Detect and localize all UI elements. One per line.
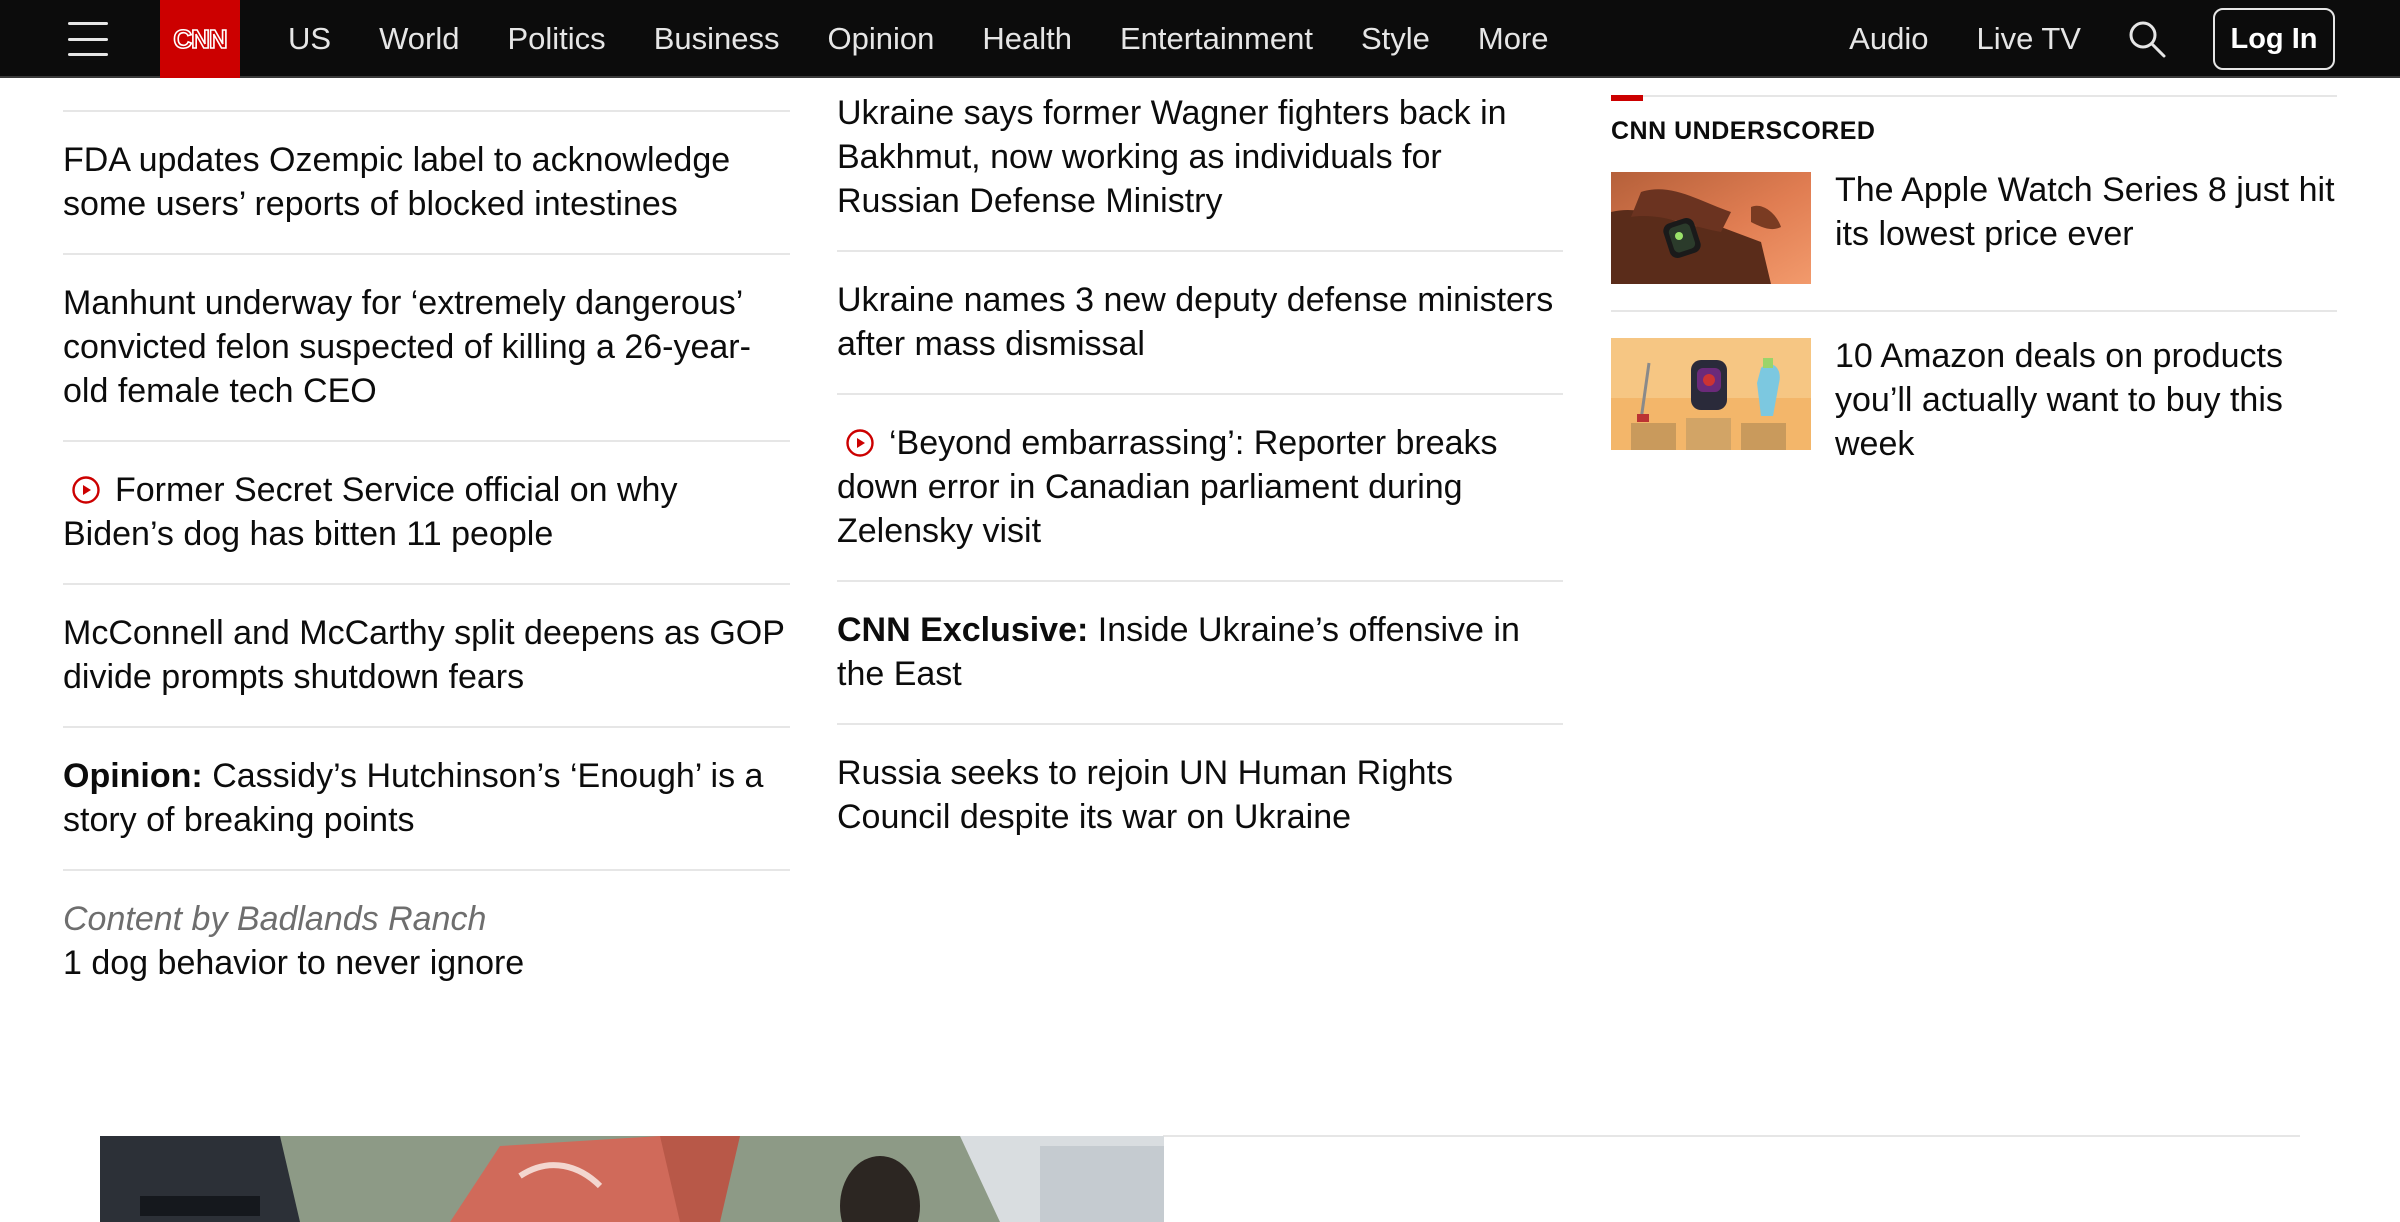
- cnn-logo[interactable]: CNN: [160, 0, 240, 78]
- cnn-logo-mark: CNN: [173, 23, 229, 55]
- story-item[interactable]: FDA updates Ozempic label to acknowledge…: [63, 112, 790, 255]
- amazon-deals-thumbnail[interactable]: [1611, 338, 1811, 450]
- section-divider: [1611, 95, 2337, 101]
- nav-style[interactable]: Style: [1361, 21, 1430, 57]
- headlines-column-middle: Ukraine says former Wagner fighters back…: [837, 79, 1563, 866]
- story-item[interactable]: Manhunt underway for ‘extremely dangerou…: [63, 255, 790, 442]
- nav-opinion[interactable]: Opinion: [827, 21, 934, 57]
- underscored-item[interactable]: The Apple Watch Series 8 just hit its lo…: [1611, 146, 2337, 312]
- nav-business[interactable]: Business: [654, 21, 780, 57]
- nav-health[interactable]: Health: [982, 21, 1072, 57]
- sponsor-label: Content by Badlands Ranch: [63, 900, 487, 938]
- section-accent-bar: [1611, 95, 1643, 101]
- play-circle-icon: [846, 429, 874, 457]
- partial-story-cutoff: [63, 79, 790, 112]
- story-title: ‘Beyond embarrassing’: Reporter breaks d…: [837, 424, 1498, 550]
- top-navigation-bar: CNN US World Politics Business Opinion H…: [0, 0, 2400, 78]
- story-title: FDA updates Ozempic label to acknowledge…: [63, 141, 731, 223]
- story-item[interactable]: McConnell and McCarthy split deepens as …: [63, 585, 790, 728]
- underscored-title: 10 Amazon deals on products you’ll actua…: [1835, 337, 2283, 463]
- story-title: Former Secret Service official on why Bi…: [63, 471, 678, 553]
- story-item[interactable]: CNN Exclusive: Inside Ukraine’s offensiv…: [837, 582, 1563, 725]
- nav-politics[interactable]: Politics: [507, 21, 605, 57]
- feature-story-image[interactable]: [100, 1136, 1164, 1222]
- story-item-video[interactable]: ‘Beyond embarrassing’: Reporter breaks d…: [837, 395, 1563, 582]
- section-divider: [1163, 1135, 2300, 1137]
- live-tv-link[interactable]: Live TV: [1976, 21, 2081, 57]
- story-title: Ukraine says former Wagner fighters back…: [837, 94, 1507, 220]
- svg-text:CNN: CNN: [173, 24, 227, 54]
- story-title: Manhunt underway for ‘extremely dangerou…: [63, 284, 751, 410]
- nav-world[interactable]: World: [379, 21, 459, 57]
- story-title: McConnell and McCarthy split deepens as …: [63, 614, 785, 696]
- story-item[interactable]: Opinion: Cassidy’s Hutchinson’s ‘Enough’…: [63, 728, 790, 871]
- apple-watch-thumbnail[interactable]: [1611, 172, 1811, 284]
- story-item-video[interactable]: Former Secret Service official on why Bi…: [63, 442, 790, 585]
- underscored-item[interactable]: 10 Amazon deals on products you’ll actua…: [1611, 312, 2337, 492]
- story-item[interactable]: Russia seeks to rejoin UN Human Rights C…: [837, 725, 1563, 866]
- hamburger-menu-icon[interactable]: [64, 18, 112, 60]
- audio-link[interactable]: Audio: [1849, 21, 1928, 57]
- story-title: Ukraine names 3 new deputy defense minis…: [837, 281, 1554, 363]
- story-label: CNN Exclusive:: [837, 611, 1089, 649]
- story-title: Russia seeks to rejoin UN Human Rights C…: [837, 754, 1454, 836]
- underscored-title: The Apple Watch Series 8 just hit its lo…: [1835, 171, 2335, 253]
- sponsor-title: 1 dog behavior to never ignore: [63, 944, 525, 982]
- header-actions: Audio Live TV Log In: [1849, 0, 2400, 78]
- main-nav: US World Politics Business Opinion Healt…: [288, 0, 1597, 78]
- play-circle-icon: [72, 476, 100, 504]
- sponsored-content[interactable]: Content by Badlands Ranch 1 dog behavior…: [63, 871, 790, 985]
- underscored-column: CNN UNDERSCORED The Apple Watch Series 8…: [1611, 79, 2337, 492]
- story-item[interactable]: Ukraine names 3 new deputy defense minis…: [837, 252, 1563, 395]
- search-icon[interactable]: [2127, 19, 2167, 59]
- story-item[interactable]: Ukraine says former Wagner fighters back…: [837, 79, 1563, 252]
- headlines-column-left: FDA updates Ozempic label to acknowledge…: [63, 79, 790, 985]
- nav-more[interactable]: More: [1478, 21, 1549, 57]
- nav-us[interactable]: US: [288, 21, 331, 57]
- section-heading[interactable]: CNN UNDERSCORED: [1611, 117, 2337, 146]
- story-label: Opinion:: [63, 757, 203, 795]
- login-button[interactable]: Log In: [2213, 8, 2335, 70]
- nav-entertainment[interactable]: Entertainment: [1120, 21, 1313, 57]
